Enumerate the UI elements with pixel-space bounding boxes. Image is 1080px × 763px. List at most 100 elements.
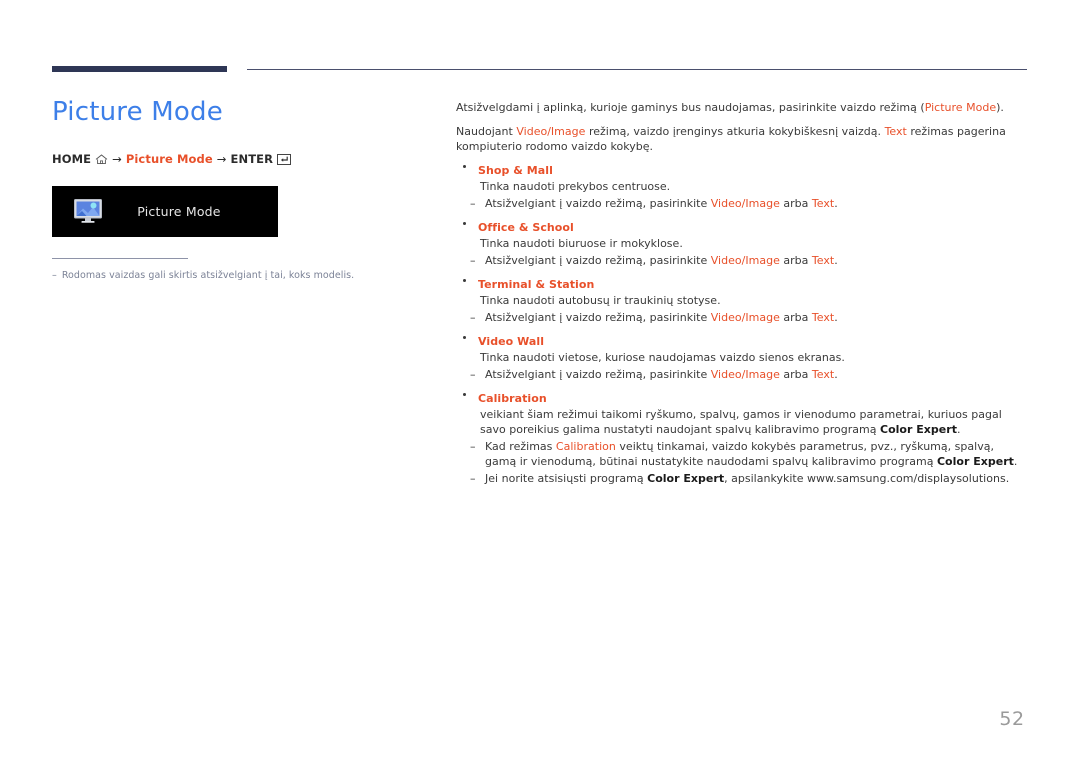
breadcrumb-enter-label: ENTER [230, 152, 274, 166]
calib-sub1-a1: Calibration [555, 440, 616, 453]
intro2-a2: Text [884, 125, 907, 138]
note-dash: – [52, 270, 57, 281]
intro1-pre: Atsižvelgdami į aplinką, kurioje gaminys… [456, 101, 925, 114]
sub-a2: Text [811, 368, 835, 381]
breadcrumb-menu-label: Picture Mode [125, 152, 213, 166]
intro1-post: ). [996, 101, 1004, 114]
sub-dash: – [470, 197, 476, 210]
option-description: veikiant šiam režimui taikomi ryškumo, s… [480, 407, 1028, 437]
sub-a1: Video/Image [710, 368, 780, 381]
right-column: Atsižvelgdami į aplinką, kurioje gaminys… [456, 100, 1028, 495]
option-label: Video Wall [478, 335, 545, 348]
sub-note-text: Kad režimas Calibration veiktų tinkamai,… [485, 439, 1028, 469]
sub-a2: Text [811, 311, 835, 324]
option-label: Office & School [478, 221, 574, 234]
option-description: Tinka naudoti vietose, kuriose naudojama… [480, 351, 845, 364]
sub-note-text: Atsižvelgiant į vaizdo režimą, pasirinki… [485, 253, 1028, 268]
sub-post: . [834, 254, 838, 267]
intro2-a1: Video/Image [516, 125, 586, 138]
intro2-t1: Naudojant [456, 125, 517, 138]
sub-dash: – [470, 440, 476, 453]
bullet-marker-icon [456, 391, 478, 406]
option-description: Tinka naudoti biuruose ir mokyklose. [480, 237, 683, 250]
calib-sub2-t2: , apsilankykite www.samsung.com/displays… [724, 472, 1010, 485]
calib-sub1-t1: Kad režimas [485, 440, 556, 453]
list-item: Office & School Tinka naudoti biuruose i… [456, 220, 1028, 268]
bullet-header: Video Wall [456, 334, 1028, 349]
sub-note-text: Atsižvelgiant į vaizdo režimą, pasirinki… [485, 367, 1028, 382]
option-label: Shop & Mall [478, 164, 553, 177]
option-sub-note: – Atsižvelgiant į vaizdo režimą, pasirin… [470, 196, 1028, 211]
calib-sub1-b1: Color Expert [936, 455, 1014, 468]
sub-note-text: Atsižvelgiant į vaizdo režimą, pasirinki… [485, 196, 1028, 211]
bullet-marker-icon [456, 220, 478, 235]
sub-pre: Atsižvelgiant į vaizdo režimą, pasirinki… [485, 197, 711, 210]
home-icon [95, 153, 108, 165]
option-description: Tinka naudoti prekybos centruose. [480, 180, 671, 193]
calib-sub2-b1: Color Expert [647, 472, 725, 485]
sub-note-text: Jei norite atsisiųsti programą Color Exp… [485, 471, 1028, 486]
sub-a1: Video/Image [710, 311, 780, 324]
bullet-marker-icon [456, 277, 478, 292]
calib-desc-post: . [956, 423, 961, 436]
picture-mode-monitor-icon [74, 199, 102, 224]
intro-paragraph-1: Atsižvelgdami į aplinką, kurioje gaminys… [456, 100, 1028, 115]
sub-mid: arba [779, 368, 812, 381]
bullet-header: Terminal & Station [456, 277, 1028, 292]
sub-a1: Video/Image [710, 254, 780, 267]
sub-pre: Atsižvelgiant į vaizdo režimą, pasirinki… [485, 311, 711, 324]
page-title: Picture Mode [52, 97, 223, 127]
list-item: Terminal & Station Tinka naudoti autobus… [456, 277, 1028, 325]
sub-mid: arba [779, 197, 812, 210]
page-header-rules [0, 0, 1080, 80]
note-divider [52, 258, 188, 259]
calib-sub1-t3: . [1013, 455, 1018, 468]
osd-label: Picture Mode [137, 204, 221, 219]
breadcrumb-arrow-1: → [112, 152, 122, 166]
sub-pre: Atsižvelgiant į vaizdo režimą, pasirinki… [485, 254, 711, 267]
picture-mode-options-list: Shop & Mall Tinka naudoti prekybos centr… [456, 163, 1028, 486]
list-item: Calibration veikiant šiam režimui taikom… [456, 391, 1028, 486]
sub-post: . [834, 311, 838, 324]
bullet-header: Shop & Mall [456, 163, 1028, 178]
sub-dash: – [470, 368, 476, 381]
enter-key-icon [277, 153, 292, 165]
bullet-header: Office & School [456, 220, 1028, 235]
breadcrumb-arrow-2: → [216, 152, 227, 166]
sub-note-text: Atsižvelgiant į vaizdo režimą, pasirinki… [485, 310, 1028, 325]
bullet-marker-icon [456, 163, 478, 178]
note-text: Rodomas vaizdas gali skirtis atsižvelgia… [61, 270, 355, 281]
bullet-header: Calibration [456, 391, 1028, 406]
option-description: Tinka naudoti autobusų ir traukinių stot… [480, 294, 721, 307]
left-column: Picture Mode HOME → Picture Mode → ENTER [52, 96, 432, 166]
breadcrumb: HOME → Picture Mode → ENTER [52, 152, 432, 166]
sub-a2: Text [811, 197, 835, 210]
osd-preview-box: Picture Mode [52, 186, 278, 237]
option-label: Terminal & Station [478, 278, 595, 291]
header-accent-bar [52, 66, 227, 72]
option-sub-note: – Jei norite atsisiųsti programą Color E… [470, 471, 1028, 486]
sub-mid: arba [779, 254, 812, 267]
breadcrumb-home-label: HOME [52, 152, 92, 166]
sub-post: . [834, 368, 838, 381]
option-sub-note: – Atsižvelgiant į vaizdo režimą, pasirin… [470, 310, 1028, 325]
intro1-accent: Picture Mode [924, 101, 997, 114]
sub-mid: arba [779, 311, 812, 324]
sub-dash: – [470, 472, 476, 485]
calib-sub2-t1: Jei norite atsisiųsti programą [485, 472, 648, 485]
list-item: Video Wall Tinka naudoti vietose, kurios… [456, 334, 1028, 382]
note-block: – Rodomas vaizdas gali skirtis atsižvelg… [52, 258, 432, 282]
calib-desc-bold: Color Expert [880, 423, 957, 436]
sub-a1: Video/Image [710, 197, 780, 210]
intro-paragraph-2: Naudojant Video/Image režimą, vaizdo įre… [456, 124, 1028, 154]
bullet-marker-icon [456, 334, 478, 349]
note-item: – Rodomas vaizdas gali skirtis atsižvelg… [52, 269, 432, 282]
intro2-t2: režimą, vaizdo įrenginys atkuria kokybiš… [585, 125, 885, 138]
sub-dash: – [470, 311, 476, 324]
option-sub-note: – Atsižvelgiant į vaizdo režimą, pasirin… [470, 253, 1028, 268]
list-item: Shop & Mall Tinka naudoti prekybos centr… [456, 163, 1028, 211]
sub-pre: Atsižvelgiant į vaizdo režimą, pasirinki… [485, 368, 711, 381]
sub-post: . [834, 197, 838, 210]
option-sub-note: – Kad režimas Calibration veiktų tinkama… [470, 439, 1028, 469]
sub-a2: Text [811, 254, 835, 267]
